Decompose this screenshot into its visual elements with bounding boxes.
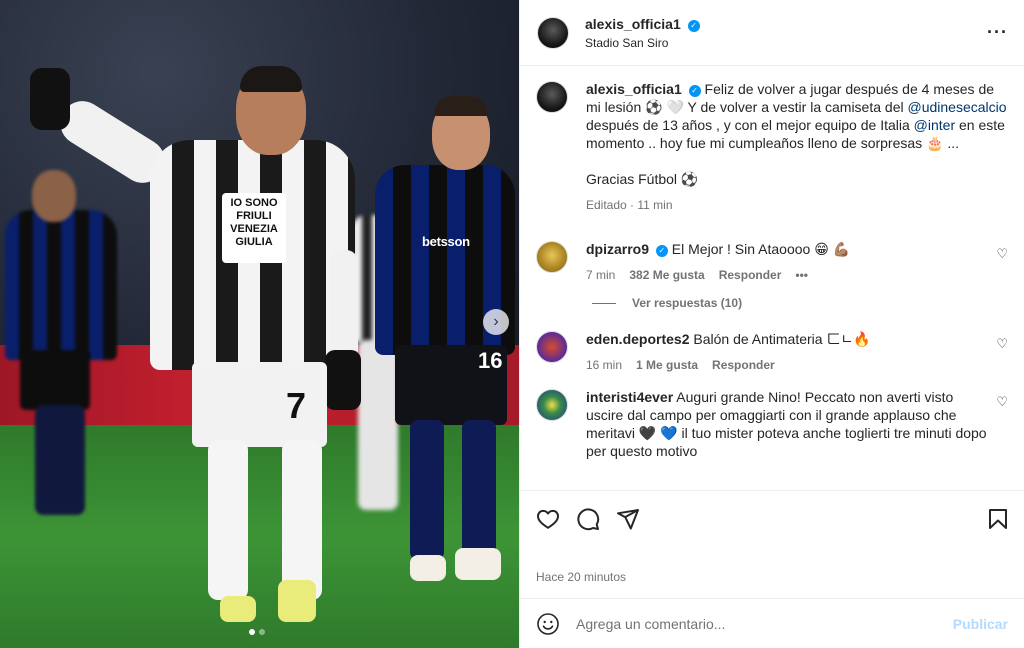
comments-list[interactable]: alexis_officia1 ✓ Feliz de volver a juga… xyxy=(520,67,1024,490)
background-player-head xyxy=(32,170,76,222)
background-player-legs xyxy=(35,405,85,515)
main-player-boot xyxy=(220,596,256,622)
blurred-player-legs xyxy=(358,340,398,510)
caption-username[interactable]: alexis_officia1 xyxy=(586,81,682,97)
comment-meta: 16 min 1 Me gusta Responder xyxy=(586,356,992,374)
view-replies[interactable]: Ver respuestas (10) xyxy=(592,296,1008,310)
share-icon[interactable] xyxy=(616,507,640,531)
inter-player-boot xyxy=(455,548,501,580)
comment-composer: Publicar xyxy=(520,598,1024,648)
commenter-avatar[interactable] xyxy=(536,331,568,363)
inter-player-leg xyxy=(410,420,444,560)
heart-icon[interactable] xyxy=(536,507,560,531)
main-player-glove xyxy=(325,350,361,410)
inter-player-hair xyxy=(434,96,488,116)
main-player-shorts xyxy=(192,362,327,447)
author-avatar[interactable] xyxy=(537,16,569,49)
post-dialog: betsson 16 IO SONO FRIULI VENEZIA GIULIA… xyxy=(0,0,1024,648)
author-username[interactable]: alexis_officia1 xyxy=(585,16,681,32)
reply-button[interactable]: Responder xyxy=(712,356,775,374)
commenter-username[interactable]: eden.deportes2 xyxy=(586,331,689,347)
heart-icon[interactable]: ♡ xyxy=(992,246,1008,284)
caption: alexis_officia1 ✓ Feliz de volver a juga… xyxy=(536,80,1008,214)
heart-icon[interactable]: ♡ xyxy=(992,394,1008,460)
main-player-glove xyxy=(30,68,70,130)
comment-icon[interactable] xyxy=(576,507,600,531)
emoji-icon[interactable] xyxy=(536,612,560,636)
main-shorts-number: 7 xyxy=(286,385,307,426)
carousel-dots xyxy=(249,629,265,635)
background-player xyxy=(5,210,117,360)
comment-input[interactable] xyxy=(576,615,953,632)
comment-likes[interactable]: 382 Me gusta xyxy=(629,266,704,284)
carousel-dot-active xyxy=(249,629,255,635)
comment-body: dpizarro9 ✓ El Mejor ! Sin Ataoooo 😁 💪🏽 … xyxy=(586,240,992,284)
commenter-username[interactable]: interisti4ever xyxy=(586,389,673,405)
replies-line xyxy=(592,302,616,304)
commenter-username[interactable]: dpizarro9 xyxy=(586,241,649,257)
post-side-panel: alexis_officia1 ✓ Stadio San Siro ··· al… xyxy=(519,0,1024,648)
comment-item: dpizarro9 ✓ El Mejor ! Sin Ataoooo 😁 💪🏽 … xyxy=(536,240,1008,284)
main-player-hair xyxy=(240,66,302,92)
post-location[interactable]: Stadio San Siro xyxy=(585,36,987,50)
comment-likes[interactable]: 1 Me gusta xyxy=(636,356,698,374)
comment-meta: 7 min 382 Me gusta Responder ••• xyxy=(586,266,992,284)
caption-avatar[interactable] xyxy=(536,81,568,113)
publish-button[interactable]: Publicar xyxy=(953,616,1008,632)
commenter-avatar[interactable] xyxy=(536,241,568,273)
main-player-boot xyxy=(278,580,316,622)
comment-text: El Mejor ! Sin Ataoooo 😁 💪🏽 xyxy=(671,241,851,257)
post-header: alexis_officia1 ✓ Stadio San Siro ··· xyxy=(520,0,1024,66)
main-sponsor-text: IO SONO FRIULI VENEZIA GIULIA xyxy=(222,193,286,263)
comment-more-icon[interactable]: ••• xyxy=(795,266,808,284)
more-horizontal-icon[interactable]: ··· xyxy=(987,22,1008,43)
inter-player-boot xyxy=(410,555,446,581)
action-bar xyxy=(520,490,1024,546)
reply-button[interactable]: Responder xyxy=(719,266,782,284)
inter-player-leg xyxy=(462,420,496,560)
comment-item: eden.deportes2 Balón de Antimateria ㄈㄴ🔥 … xyxy=(536,330,1008,374)
bookmark-icon[interactable] xyxy=(986,507,1010,531)
comment-item: interisti4ever Auguri grande Nino! Pecca… xyxy=(536,388,1008,460)
comment-time[interactable]: 16 min xyxy=(586,356,622,374)
carousel-dot xyxy=(259,629,265,635)
author-info: alexis_officia1 ✓ Stadio San Siro xyxy=(585,16,987,50)
caption-body: alexis_officia1 ✓ Feliz de volver a juga… xyxy=(586,80,1008,214)
chevron-right-icon[interactable]: › xyxy=(483,309,509,335)
caption-meta: Editado · 11 min xyxy=(586,198,673,212)
caption-text: Gracias Fútbol ⚽ xyxy=(586,171,699,187)
inter-shorts-number: 16 xyxy=(478,348,503,373)
verified-icon: ✓ xyxy=(687,19,700,32)
comment-body: interisti4ever Auguri grande Nino! Pecca… xyxy=(586,388,992,460)
inter-sponsor-text: betsson xyxy=(422,234,470,249)
main-player-leg xyxy=(208,440,248,600)
post-timestamp[interactable]: Hace 20 minutos xyxy=(536,570,626,584)
comment-text: Balón de Antimateria ㄈㄴ🔥 xyxy=(693,331,871,347)
background-player-shorts xyxy=(20,350,90,410)
main-player-leg xyxy=(282,440,322,600)
mention-link[interactable]: @udinesecalcio xyxy=(907,99,1006,115)
mention-link[interactable]: @inter xyxy=(914,117,955,133)
comment-time[interactable]: 7 min xyxy=(586,266,615,284)
heart-icon[interactable]: ♡ xyxy=(992,336,1008,374)
view-replies-label: Ver respuestas (10) xyxy=(632,296,743,310)
verified-icon: ✓ xyxy=(688,85,701,97)
caption-text: después de 13 años , y con el mejor equi… xyxy=(586,117,914,133)
post-photo[interactable]: betsson 16 IO SONO FRIULI VENEZIA GIULIA… xyxy=(0,0,519,648)
verified-icon: ✓ xyxy=(655,245,668,257)
commenter-avatar[interactable] xyxy=(536,389,568,421)
comment-body: eden.deportes2 Balón de Antimateria ㄈㄴ🔥 … xyxy=(586,330,992,374)
